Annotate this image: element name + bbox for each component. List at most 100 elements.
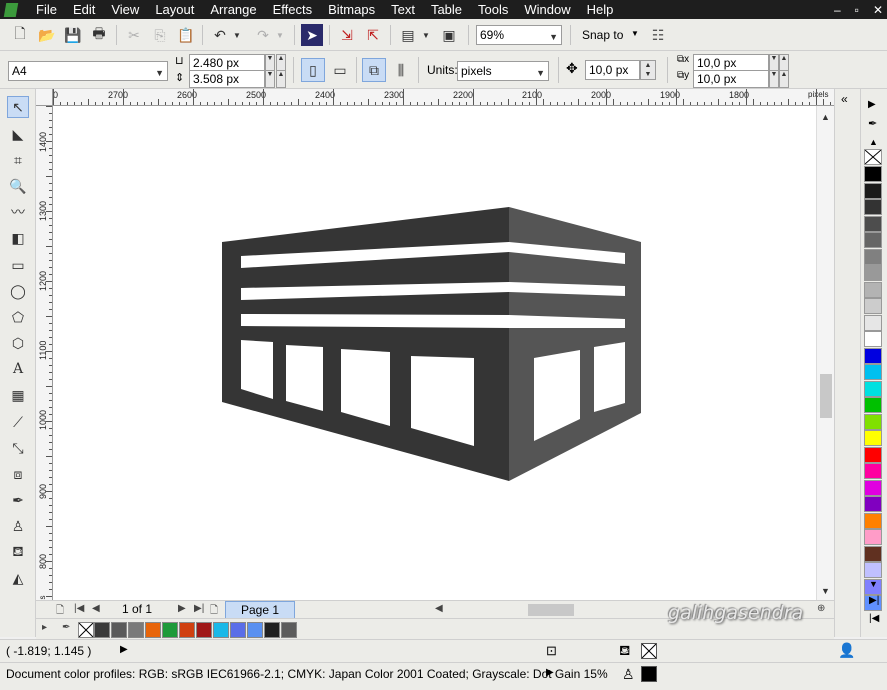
palette-swatch[interactable]: [864, 182, 882, 199]
smart-fill-tool-icon[interactable]: ◧: [7, 227, 29, 249]
horizontal-scroll-thumb[interactable]: [528, 604, 574, 616]
fill-tool-icon[interactable]: ⛾: [7, 541, 29, 563]
palette-swatch[interactable]: [247, 622, 263, 638]
connector-tool-icon[interactable]: ⤡: [7, 437, 29, 459]
restore-button[interactable]: ▫: [855, 3, 859, 17]
nudge-spinner[interactable]: ▲ ▼: [640, 60, 656, 80]
menu-text[interactable]: Text: [383, 0, 423, 19]
palette-swatch[interactable]: [864, 479, 882, 496]
palette-swatch[interactable]: [864, 413, 882, 430]
redo-dropdown-icon[interactable]: ▼: [274, 24, 286, 46]
undo-icon[interactable]: ↶: [209, 24, 231, 46]
last-page-icon[interactable]: ▶|: [194, 603, 204, 614]
interactive-effects-tool-icon[interactable]: ⧈: [7, 463, 29, 485]
page-height-spinner[interactable]: ▼: [265, 70, 275, 88]
duplicate-y-spinner-up[interactable]: ▲: [779, 70, 789, 88]
print-icon[interactable]: 🖶: [88, 24, 110, 46]
copy-icon[interactable]: ⎘: [149, 24, 171, 46]
page-tab[interactable]: Page 1: [225, 601, 295, 619]
palette-scroll-down-icon[interactable]: ▼: [869, 579, 878, 589]
page-height-field[interactable]: 3.508 px: [189, 70, 265, 88]
options-icon[interactable]: ☷: [647, 24, 669, 46]
menu-effects[interactable]: Effects: [265, 0, 321, 19]
page-size-select[interactable]: A4 ▼: [8, 61, 168, 81]
menu-bitmaps[interactable]: Bitmaps: [320, 0, 383, 19]
close-button[interactable]: ✕: [873, 3, 883, 17]
palette-swatch[interactable]: [864, 380, 882, 397]
palette-scroll-icon[interactable]: ▸: [42, 622, 47, 633]
zoom-tool-icon[interactable]: 🔍: [7, 175, 29, 197]
building-illustration[interactable]: [53, 106, 816, 600]
scroll-up-icon[interactable]: ▲: [821, 112, 830, 122]
outline-pen-tool-icon[interactable]: ♙: [7, 515, 29, 537]
drawing-canvas[interactable]: [53, 106, 816, 600]
palette-swatch[interactable]: [864, 446, 882, 463]
palette-swatch[interactable]: [864, 265, 882, 281]
palette-swatch[interactable]: [864, 364, 882, 380]
navigator-zoom-icon[interactable]: ⊕: [817, 603, 825, 614]
duplicate-y-spinner[interactable]: ▼: [769, 70, 779, 88]
portrait-icon[interactable]: ▯: [301, 58, 325, 82]
current-page-icon[interactable]: ⫼: [389, 58, 413, 82]
vertical-scrollbar[interactable]: ▲ ▼: [816, 106, 834, 600]
interactive-fill-tool-icon[interactable]: ◭: [7, 567, 29, 589]
palette-swatch[interactable]: [864, 166, 882, 182]
palette-swatch[interactable]: [864, 496, 882, 512]
shape-tool-icon[interactable]: ◣: [7, 123, 29, 145]
palette-swatch[interactable]: [864, 347, 882, 364]
palette-collapse-icon[interactable]: |◀: [869, 613, 879, 624]
palette-swatch[interactable]: [864, 314, 882, 331]
palette-swatch[interactable]: [196, 622, 212, 638]
profiles-expand-icon[interactable]: ▶: [546, 667, 554, 678]
palette-eyedropper-icon[interactable]: ✒: [62, 622, 70, 633]
rectangle-tool-icon[interactable]: ▭: [7, 254, 29, 276]
palette-swatch[interactable]: [864, 430, 882, 446]
crop-tool-icon[interactable]: ⌗: [7, 149, 29, 171]
horizontal-ruler[interactable]: 0 2700 2600 2500 2400 2300 2200 2100 200…: [53, 89, 834, 106]
palette-swatch[interactable]: [213, 622, 229, 638]
polygon-tool-icon[interactable]: ⬠: [7, 306, 29, 328]
color-proof-icon[interactable]: ⊡: [546, 643, 557, 659]
paste-icon[interactable]: 📋: [175, 24, 197, 46]
palette-swatch[interactable]: [864, 562, 882, 578]
palette-swatch[interactable]: [864, 215, 882, 232]
docker-collapse-icon[interactable]: «: [841, 92, 848, 106]
palette-swatch[interactable]: [94, 622, 110, 638]
basic-shapes-tool-icon[interactable]: ⬡: [7, 332, 29, 354]
menu-file[interactable]: File: [22, 0, 65, 19]
palette-swatch[interactable]: [264, 622, 280, 638]
palette-swatch[interactable]: [864, 199, 882, 215]
menu-edit[interactable]: Edit: [65, 0, 103, 19]
coords-expand-icon[interactable]: ▶: [120, 644, 128, 655]
palette-swatch[interactable]: [179, 622, 195, 638]
menu-window[interactable]: Window: [516, 0, 578, 19]
palette-swatch[interactable]: [864, 463, 882, 479]
landscape-icon[interactable]: ▭: [328, 58, 352, 82]
palette-swatch[interactable]: [281, 622, 297, 638]
palette-swatch[interactable]: [864, 331, 882, 347]
next-page-icon[interactable]: ▶: [178, 603, 186, 614]
welcome-screen-icon[interactable]: ▣: [438, 24, 460, 46]
outline-black-swatch[interactable]: [641, 666, 657, 682]
search-content-icon[interactable]: ➤: [301, 24, 323, 46]
palette-swatch[interactable]: [864, 232, 882, 248]
scroll-down-icon[interactable]: ▼: [821, 586, 830, 596]
menu-tools[interactable]: Tools: [470, 0, 516, 19]
palette-swatch[interactable]: [864, 281, 882, 298]
snap-to-button[interactable]: Snap to: [582, 28, 623, 42]
vertical-ruler[interactable]: 1400 1300 1200 1100 1000 900 800 pixels: [36, 106, 53, 600]
palette-swatch[interactable]: [864, 397, 882, 413]
new-document-icon[interactable]: 🗋: [9, 24, 31, 46]
palette-scroll-up-icon[interactable]: ▲: [869, 137, 878, 147]
first-page-icon[interactable]: |◀: [74, 603, 84, 614]
palette-menu-icon[interactable]: ▶: [868, 99, 876, 110]
application-launcher-dropdown-icon[interactable]: ▼: [420, 24, 432, 46]
eyedropper-tool-icon[interactable]: ✒: [7, 489, 29, 511]
page-height-spinner-up[interactable]: ▲: [276, 70, 286, 88]
previous-page-icon[interactable]: ◀: [92, 603, 100, 614]
text-tool-icon[interactable]: A: [7, 358, 29, 380]
palette-eyedropper-icon[interactable]: ✒: [868, 117, 877, 130]
palette-swatch[interactable]: [111, 622, 127, 638]
ruler-origin[interactable]: [36, 89, 53, 106]
menu-layout[interactable]: Layout: [147, 0, 202, 19]
